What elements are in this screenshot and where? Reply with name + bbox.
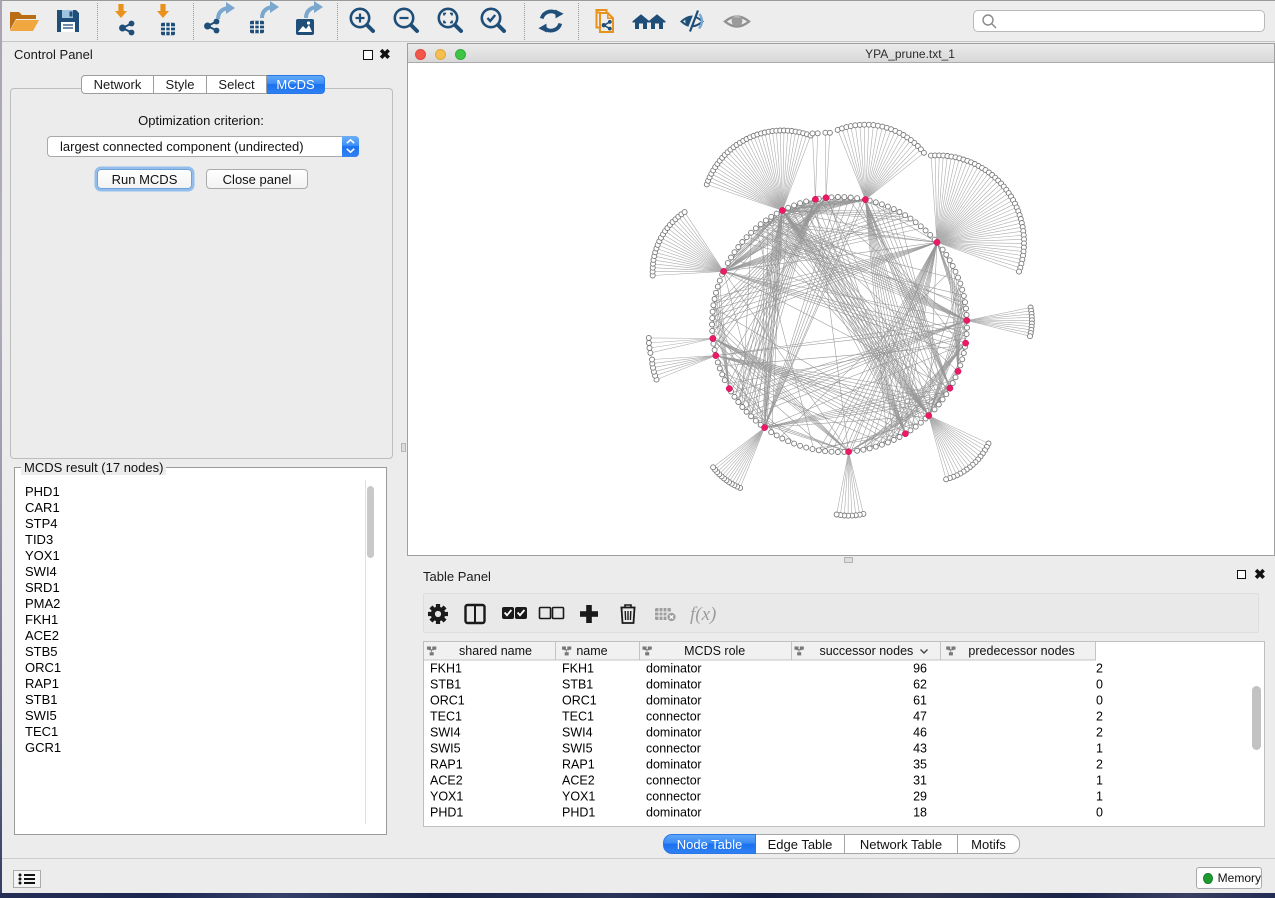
svg-text:2: 2 [1096,662,1103,676]
svg-text:ACE2: ACE2 [430,774,463,788]
svg-text:dominator: dominator [646,726,702,740]
svg-text:dominator: dominator [646,662,702,676]
svg-text:YOX1: YOX1 [562,790,595,804]
svg-text:SWI5: SWI5 [562,742,593,756]
svg-text:RAP1: RAP1 [562,758,595,772]
svg-text:0: 0 [1096,694,1103,708]
svg-text:61: 61 [913,694,927,708]
svg-text:FKH1: FKH1 [430,662,462,676]
svg-text:FKH1: FKH1 [562,662,594,676]
svg-text:29: 29 [913,790,927,804]
svg-text:1: 1 [1096,774,1103,788]
svg-text:TEC1: TEC1 [562,710,594,724]
svg-text:47: 47 [913,710,927,724]
svg-text:TEC1: TEC1 [430,710,462,724]
svg-text:dominator: dominator [646,694,702,708]
svg-text:35: 35 [913,758,927,772]
svg-text:1: 1 [1096,790,1103,804]
svg-text:0: 0 [1096,806,1103,820]
svg-text:0: 0 [1096,678,1103,692]
svg-text:f(x): f(x) [690,604,716,625]
svg-text:shared name: shared name [459,644,532,658]
svg-text:46: 46 [913,726,927,740]
svg-text:STB1: STB1 [430,678,461,692]
svg-text:96: 96 [913,662,927,676]
svg-text:successor nodes: successor nodes [819,644,913,658]
svg-text:PHD1: PHD1 [430,806,463,820]
svg-text:STB1: STB1 [562,678,593,692]
svg-text:RAP1: RAP1 [430,758,463,772]
svg-text:name: name [576,644,607,658]
svg-text:connector: connector [646,790,701,804]
svg-text:YOX1: YOX1 [430,790,463,804]
svg-text:connector: connector [646,742,701,756]
svg-text:MCDS role: MCDS role [684,644,745,658]
svg-text:dominator: dominator [646,758,702,772]
svg-text:ORC1: ORC1 [430,694,465,708]
svg-text:dominator: dominator [646,806,702,820]
svg-text:ORC1: ORC1 [562,694,597,708]
svg-text:PHD1: PHD1 [562,806,595,820]
svg-text:dominator: dominator [646,678,702,692]
svg-text:62: 62 [913,678,927,692]
svg-text:31: 31 [913,774,927,788]
svg-text:SWI5: SWI5 [430,742,461,756]
svg-text:ACE2: ACE2 [562,774,595,788]
svg-text:18: 18 [913,806,927,820]
svg-text:SWI4: SWI4 [562,726,593,740]
svg-text:predecessor nodes: predecessor nodes [968,644,1074,658]
svg-text:connector: connector [646,774,701,788]
svg-text:43: 43 [913,742,927,756]
svg-text:1: 1 [1096,742,1103,756]
svg-text:2: 2 [1096,710,1103,724]
svg-text:2: 2 [1096,726,1103,740]
svg-text:SWI4: SWI4 [430,726,461,740]
svg-text:2: 2 [1096,758,1103,772]
svg-text:connector: connector [646,710,701,724]
